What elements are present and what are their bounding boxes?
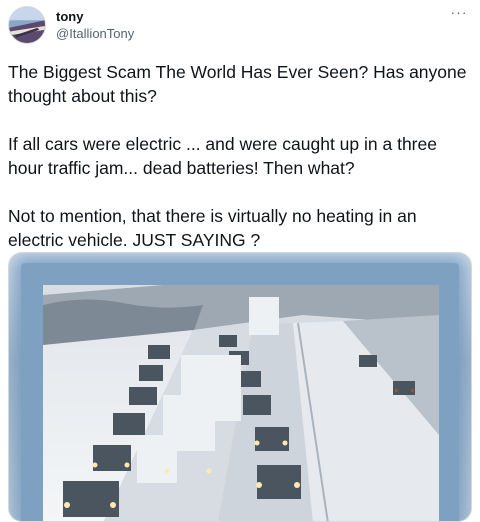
author-handle[interactable]: @ItallionTony [56,26,134,41]
tweet-card: tony @ItallionTony ··· The Biggest Scam … [0,0,480,522]
tweet-paragraph: Not to mention, that there is virtually … [8,206,417,250]
snowy-highway-image [43,285,439,521]
tweet-text: The Biggest Scam The World Has Ever Seen… [8,60,474,252]
more-options-icon[interactable]: ··· [448,4,470,20]
avatar-image [9,7,45,43]
author-name[interactable]: tony [56,9,83,24]
tweet-paragraph: The Biggest Scam The World Has Ever Seen… [8,62,467,106]
tweet-paragraph: If all cars were electric ... and were c… [8,134,437,178]
traffic-jam-photo [43,285,439,521]
avatar[interactable] [8,6,46,44]
tweet-media[interactable] [8,252,472,522]
